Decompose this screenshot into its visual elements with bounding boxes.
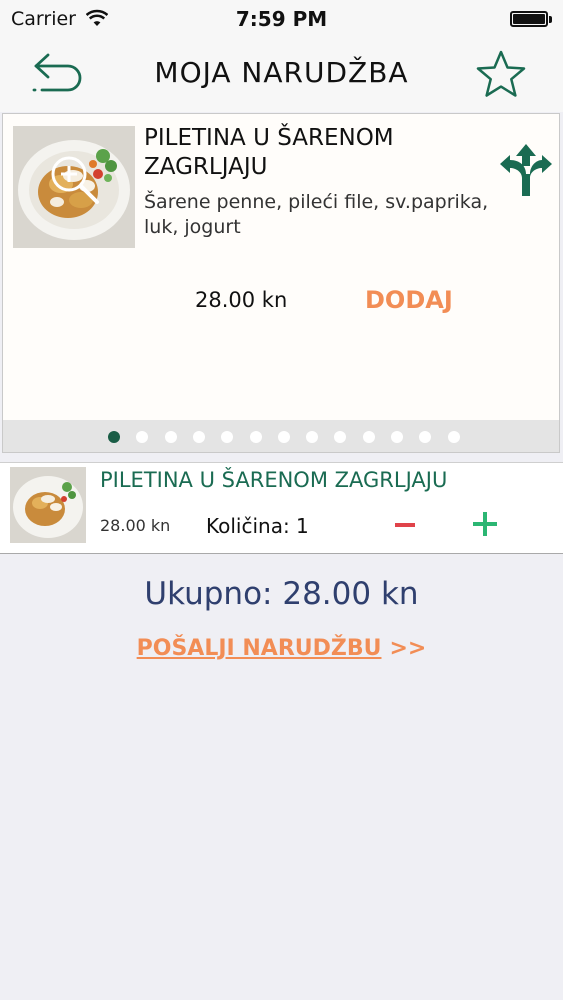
product-price: 28.00 kn (195, 288, 288, 312)
send-order-button[interactable]: POŠALJI NARUDŽBU >> (0, 636, 563, 661)
zoom-in-icon[interactable] (49, 154, 101, 206)
page-dot[interactable] (419, 431, 432, 443)
product-description: Šarene penne, pileći file, sv.paprika, l… (144, 191, 489, 238)
page-dot-active[interactable] (108, 431, 120, 443)
plus-icon[interactable] (470, 509, 500, 539)
product-title: PILETINA U ŠARENOM ZAGRLJAJU (144, 125, 394, 180)
order-item-name: PILETINA U ŠARENOM ZAGRLJAJU (100, 468, 448, 492)
page-dot[interactable] (136, 431, 149, 443)
page-dot[interactable] (447, 431, 460, 443)
order-list-item: PILETINA U ŠARENOM ZAGRLJAJU 28.00 kn Ko… (0, 462, 563, 554)
order-total: Ukupno: 28.00 kn (144, 576, 419, 612)
send-order-arrows[interactable]: >> (389, 636, 426, 661)
product-image[interactable] (13, 126, 135, 248)
page-dot[interactable] (249, 431, 262, 443)
page-dot[interactable] (221, 431, 234, 443)
page-dot[interactable] (362, 431, 375, 443)
nav-bar: MOJA NARUDŽBA (0, 38, 563, 112)
food-plate-thumbnail (10, 467, 86, 543)
split-arrows-icon[interactable] (498, 142, 554, 198)
add-button[interactable]: DODAJ (365, 286, 453, 314)
star-icon[interactable] (474, 48, 528, 102)
product-card: PILETINA U ŠARENOM ZAGRLJAJU Šarene penn… (2, 113, 560, 453)
battery-icon (510, 11, 548, 27)
minus-icon[interactable] (392, 512, 418, 538)
order-item-price: 28.00 kn (100, 516, 171, 535)
page-dot[interactable] (306, 431, 319, 443)
page-dot[interactable] (334, 431, 347, 443)
page-dot[interactable] (192, 431, 205, 443)
page-dot[interactable] (277, 431, 290, 443)
status-bar: Carrier 7:59 PM (0, 0, 563, 38)
battery-tip (549, 16, 552, 23)
page-dot[interactable] (391, 431, 403, 443)
order-item-image (10, 467, 86, 543)
page-indicator[interactable] (3, 420, 559, 452)
send-order-label[interactable]: POŠALJI NARUDŽBU (137, 636, 382, 661)
page-dot[interactable] (164, 431, 177, 443)
order-item-quantity: Količina: 1 (206, 514, 309, 538)
status-time: 7:59 PM (235, 7, 328, 31)
